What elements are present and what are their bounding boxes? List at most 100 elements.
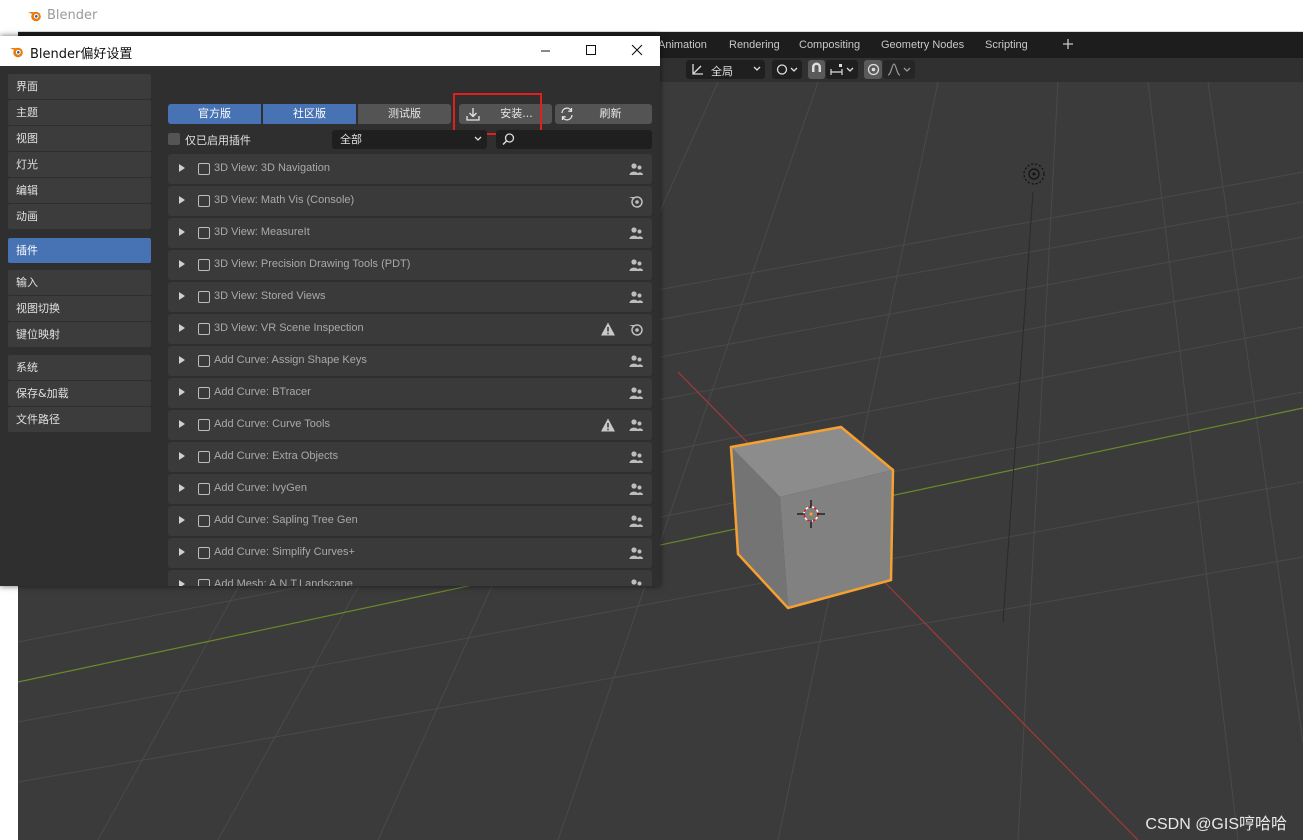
addon-row[interactable]: Add Curve: Sapling Tree Gen [168,506,652,536]
sidebar-item-navigation[interactable]: 视图切换 [8,296,151,321]
expand-arrow-icon[interactable] [179,324,185,332]
sidebar-item-animation[interactable]: 动画 [8,204,151,229]
tab-rendering[interactable]: Rendering [729,32,780,58]
addon-row[interactable]: 3D View: Stored Views [168,282,652,312]
tab-testing[interactable]: 测试版 [358,104,451,124]
orientation-dropdown[interactable]: 全局 [686,60,765,79]
refresh-button[interactable]: 刷新 [555,104,652,124]
sidebar-item-interface[interactable]: 界面 [8,74,151,99]
sidebar-item-file-paths[interactable]: 文件路径 [8,407,151,432]
community-icon [628,417,644,433]
addon-name: Add Curve: Simplify Curves+ [214,546,355,558]
addon-row[interactable]: Add Curve: Curve Tools [168,410,652,440]
community-icon [628,385,644,401]
addon-row[interactable]: 3D View: MeasureIt [168,218,652,248]
expand-arrow-icon[interactable] [179,260,185,268]
community-icon [628,353,644,369]
refresh-label: 刷新 [599,107,622,120]
addon-enable-checkbox[interactable] [198,195,210,207]
sidebar-item-keymap[interactable]: 键位映射 [8,322,151,347]
tab-community[interactable]: 社区版 [263,104,356,124]
expand-arrow-icon[interactable] [179,516,185,524]
expand-arrow-icon[interactable] [179,452,185,460]
addon-row[interactable]: 3D View: Math Vis (Console) [168,186,652,216]
expand-arrow-icon[interactable] [179,548,185,556]
addon-row[interactable]: 3D View: Precision Drawing Tools (PDT) [168,250,652,280]
addon-enable-checkbox[interactable] [198,259,210,271]
pivot-dropdown[interactable] [772,60,802,79]
expand-arrow-icon[interactable] [179,388,185,396]
community-icon [628,161,644,177]
snap-target-dropdown[interactable] [826,60,858,79]
falloff-dropdown[interactable] [883,60,915,79]
addon-row[interactable]: 3D View: 3D Navigation [168,154,652,184]
app-title: Blender [47,8,98,23]
tab-geometry-nodes[interactable]: Geometry Nodes [881,32,964,58]
addon-enable-checkbox[interactable] [198,355,210,367]
sidebar-item-editing[interactable]: 编辑 [8,178,151,203]
expand-arrow-icon[interactable] [179,484,185,492]
addon-name: 3D View: VR Scene Inspection [214,322,364,334]
expand-arrow-icon[interactable] [179,420,185,428]
minimize-button[interactable] [522,36,568,66]
expand-arrow-icon[interactable] [179,228,185,236]
community-icon [628,481,644,497]
tab-scripting[interactable]: Scripting [985,32,1028,58]
tab-compositing[interactable]: Compositing [799,32,860,58]
addon-row[interactable]: Add Curve: Simplify Curves+ [168,538,652,568]
tab-official[interactable]: 官方版 [168,104,261,124]
proportional-edit-toggle[interactable] [864,60,882,79]
addon-name: Add Curve: BTracer [214,386,311,398]
addon-enable-checkbox[interactable] [198,579,210,586]
expand-arrow-icon[interactable] [179,196,185,204]
blender-logo-icon [10,47,23,58]
addon-enable-checkbox[interactable] [198,227,210,239]
addon-enable-checkbox[interactable] [198,387,210,399]
addon-enable-checkbox[interactable] [198,483,210,495]
maximize-icon [586,45,596,55]
addon-name: Add Curve: IvyGen [214,482,307,494]
sidebar-item-system[interactable]: 系统 [8,355,151,380]
sidebar-group-general: 界面 主题 视图 灯光 编辑 动画 [8,74,151,230]
addon-enable-checkbox[interactable] [198,163,210,175]
expand-arrow-icon[interactable] [179,164,185,172]
addon-name: Add Curve: Curve Tools [214,418,330,430]
maximize-button[interactable] [568,36,614,66]
addon-enable-checkbox[interactable] [198,291,210,303]
search-icon [502,133,515,146]
community-icon [628,289,644,305]
sidebar-item-themes[interactable]: 主题 [8,100,151,125]
expand-arrow-icon[interactable] [179,580,185,586]
community-icon [628,545,644,561]
category-select[interactable]: 全部 [332,130,487,149]
addon-enable-checkbox[interactable] [198,547,210,559]
addon-enable-checkbox[interactable] [198,451,210,463]
expand-arrow-icon[interactable] [179,356,185,364]
add-workspace-icon[interactable] [1062,38,1074,50]
addon-row[interactable]: Add Curve: IvyGen [168,474,652,504]
snap-toggle[interactable] [808,60,825,79]
sidebar-item-save-load[interactable]: 保存&加载 [8,381,151,406]
addon-enable-checkbox[interactable] [198,419,210,431]
sidebar-item-input[interactable]: 输入 [8,270,151,295]
expand-arrow-icon[interactable] [179,292,185,300]
addon-row[interactable]: Add Curve: BTracer [168,378,652,408]
addon-enable-checkbox[interactable] [198,515,210,527]
addon-row[interactable]: Add Curve: Assign Shape Keys [168,346,652,376]
light-object-icon[interactable] [1022,162,1046,186]
sidebar-item-viewport[interactable]: 视图 [8,126,151,151]
tab-animation[interactable]: Animation [658,32,707,58]
addon-enable-checkbox[interactable] [198,323,210,335]
close-button[interactable] [614,36,660,66]
sidebar-item-lights[interactable]: 灯光 [8,152,151,177]
addon-row[interactable]: Add Curve: Extra Objects [168,442,652,472]
addon-row[interactable]: 3D View: VR Scene Inspection [168,314,652,344]
blender-icon [628,193,644,209]
only-enabled-checkbox[interactable] [168,133,180,145]
addon-row[interactable]: Add Mesh: A.N.T.Landscape [168,570,652,586]
sidebar-item-addons[interactable]: 插件 [8,238,151,263]
refresh-icon [561,107,573,121]
search-input[interactable] [496,130,652,149]
cube-object[interactable] [723,422,903,614]
pivot-point-icon [776,64,798,75]
